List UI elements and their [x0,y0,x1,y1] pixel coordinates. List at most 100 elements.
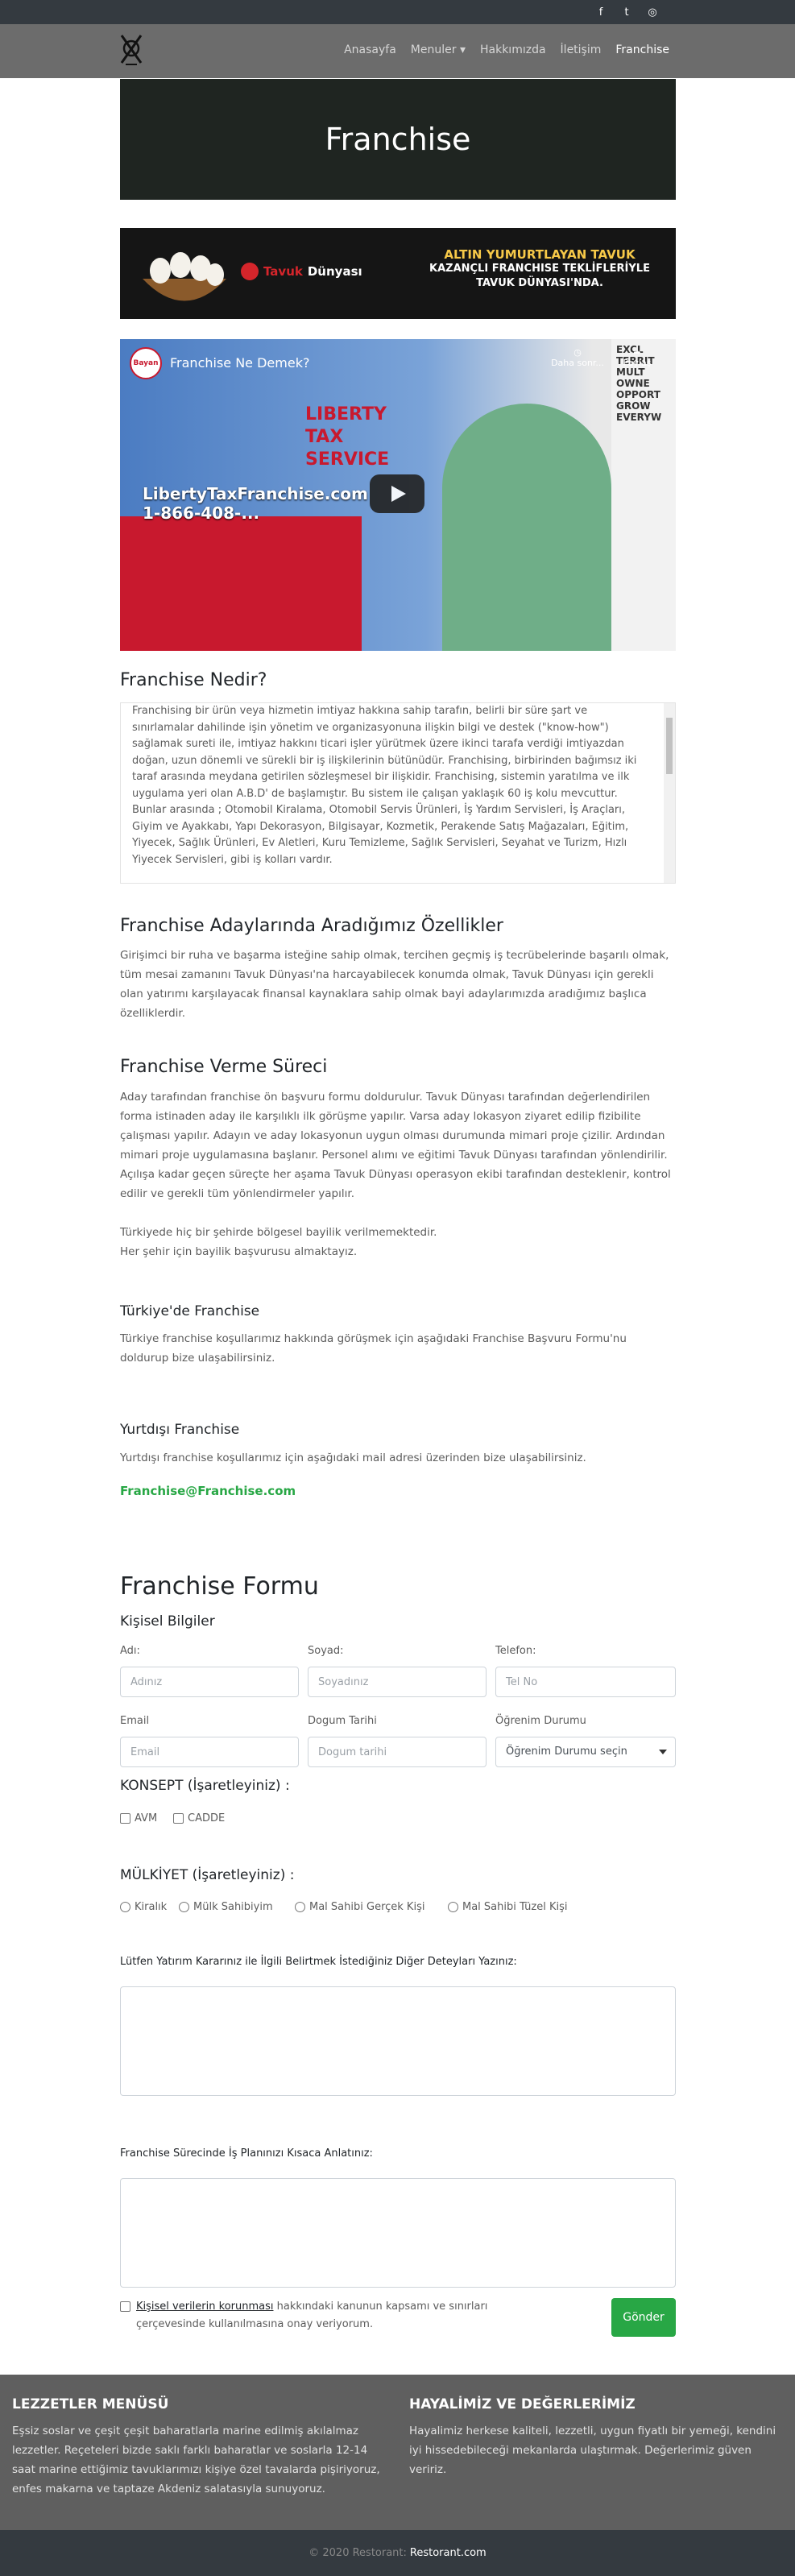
surec-note-1: Türkiyede hiç bir şehirde bölgesel bayil… [120,1226,437,1239]
konsept-avm[interactable]: AVM [120,1812,157,1824]
kvkk-checkbox[interactable] [120,2301,130,2312]
slogan-line-1: ALTIN YUMURTLAYAN TAVUK [444,247,636,262]
franchise-mail-link[interactable]: Franchise@Franchise.com [120,1484,296,1498]
konsept-cadde-label: CADDE [188,1812,226,1824]
nav-item-hakkimizda[interactable]: Hakkımızda [480,43,546,56]
submit-button[interactable]: Gönder [611,2298,676,2337]
ogrenim-select-value: Öğrenim Durumu seçin [506,1746,627,1758]
telefon-input[interactable] [495,1667,676,1697]
dogum-label: Dogum Tarihi [308,1715,377,1727]
footer-right-text: Hayalimiz herkese kaliteli, lezzetli, uy… [409,2425,776,2476]
scrollbar[interactable] [664,703,675,883]
footer: LEZZETLER MENÜSÜ Eşsiz soslar ve çeşit ç… [0,2375,795,2530]
ad-label: Adı: [120,1645,140,1657]
email-label: Email [120,1715,150,1727]
twitter-icon[interactable]: t [621,6,632,19]
kvkk-consent: Kişisel verilerin korunması hakkındaki k… [120,2298,539,2334]
form-title: Franchise Formu [120,1572,319,1601]
channel-avatar[interactable]: Bayan [130,347,162,379]
section-title-surec: Franchise Verme Süreci [120,1057,328,1077]
dogum-input[interactable] [308,1737,487,1767]
share-label: Paylaş [623,358,652,368]
share-icon: ➦ [633,347,641,358]
radio[interactable] [448,1902,458,1912]
section-title-yurtdisi: Yurtdışı Franchise [120,1422,240,1438]
nedir-scrollbox[interactable]: Franchising bir ürün veya hizmetin imtiy… [120,702,676,884]
nav-item-franchise[interactable]: Franchise [615,43,669,56]
copyright-bar: © 2020 Restorant: Restorant.com [0,2530,795,2576]
section-title-adaylar: Franchise Adaylarında Aradığımız Özellik… [120,916,503,936]
footer-right-title: HAYALİMİZ VE DEĞERLERİMİZ [409,2396,636,2412]
adaylar-text: Girişimci bir ruha ve başarma isteğine s… [120,949,669,1020]
soyad-label: Soyad: [308,1645,344,1657]
nav-item-menuler[interactable]: Menuler ▾ [411,43,466,56]
overlay-line-2: TAX [305,427,344,447]
checkbox[interactable] [173,1813,184,1824]
clock-icon: ◷ [573,347,582,358]
konsept-cadde[interactable]: CADDE [173,1812,225,1824]
page-title: Franchise [325,122,471,157]
nedir-text: Franchising bir ürün veya hizmetin imtiy… [132,705,637,866]
mulkiyet-gercek-kisi[interactable]: Mal Sahibi Gerçek Kişi [295,1901,424,1913]
copyright-text: © 2020 Restorant: [308,2547,407,2559]
telefon-label: Telefon: [495,1645,536,1657]
radio[interactable] [295,1902,305,1912]
watch-later-button[interactable]: ◷ Daha sonr... [549,347,606,368]
radio[interactable] [120,1902,130,1912]
kvkk-link[interactable]: Kişisel verilerin korunması [136,2301,273,2313]
hero: Franchise [120,79,676,200]
scrollbar-thumb[interactable] [666,718,673,774]
checkbox[interactable] [120,1813,130,1824]
detay-textarea[interactable] [120,1986,676,2096]
slogan-line-2: KAZANÇLI FRANCHISE TEKLİFLERİYLE [429,263,650,275]
share-button[interactable]: ➦ Paylaş [613,347,661,368]
brand-word-1: Tavuk [263,264,303,279]
video-embed[interactable]: LIBERTY TAX SERVICE LibertyTaxFranchise.… [120,339,676,651]
radio[interactable] [179,1902,189,1912]
nav-item-anasayfa[interactable]: Anasayfa [344,43,396,56]
copyright-brand-link[interactable]: Restorant.com [410,2547,487,2559]
mulkiyet-gercek-kisi-label: Mal Sahibi Gerçek Kişi [309,1901,425,1913]
section-title-turkiye: Türkiye'de Franchise [120,1303,260,1319]
mulkiyet-tuzel-kisi[interactable]: Mal Sahibi Tüzel Kişi [448,1901,567,1913]
video-title[interactable]: Franchise Ne Demek? [170,355,309,371]
egg-basket-icon [143,252,226,301]
plan-label: Franchise Sürecinde İş Planınızı Kısaca … [120,2147,373,2160]
video-overlay-url: LibertyTaxFranchise.com 1-866-408-... [143,484,368,523]
facebook-icon[interactable]: f [595,6,607,19]
logo-icon[interactable] [118,32,145,69]
mulkiyet-kiralik[interactable]: Kiralık [120,1901,167,1913]
footer-left-title: LEZZETLER MENÜSÜ [12,2396,169,2412]
personal-info-title: Kişisel Bilgiler [120,1613,215,1630]
email-input[interactable] [120,1737,299,1767]
promo-banner: Tavuk Dünyası ALTIN YUMURTLAYAN TAVUK KA… [120,228,676,319]
detay-label: Lütfen Yatırım Kararınız ile İlgili Beli… [120,1956,517,1968]
section-title-nedir: Franchise Nedir? [120,670,267,690]
soyad-input[interactable] [308,1667,487,1697]
main-menu: Anasayfa Menuler ▾ Hakkımızda İletişim F… [344,43,669,56]
video-side-sign: EXCL TERRIT MULT OWNE OPPORT GROW EVERYW [611,339,676,651]
yurtdisi-text: Yurtdışı franchise koşullarımız için aşa… [120,1452,586,1464]
turkiye-text: Türkiye franchise koşullarımız hakkında … [120,1332,627,1365]
mulkiyet-tuzel-kisi-label: Mal Sahibi Tüzel Kişi [462,1901,568,1913]
mulkiyet-mulk-sahibi-label: Mülk Sahibiyim [193,1901,273,1913]
chicken-icon [241,263,259,280]
banner-slogan: ALTIN YUMURTLAYAN TAVUK KAZANÇLI FRANCHI… [423,247,656,291]
mulkiyet-title: MÜLKİYET (İşaretleyiniz) : [120,1867,295,1883]
footer-left-text: Eşsiz soslar ve çeşit çeşit baharatlarla… [12,2425,380,2495]
ogrenim-label: Öğrenim Durumu [495,1715,586,1727]
mulkiyet-mulk-sahibi[interactable]: Mülk Sahibiyim [179,1901,273,1913]
video-overlay-text: LIBERTY TAX SERVICE [305,404,389,471]
play-button[interactable] [370,474,424,513]
overlay-phone: 1-866-408-... [143,503,260,523]
instagram-icon[interactable]: ◎ [647,6,658,19]
plan-textarea[interactable] [120,2178,676,2288]
slogan-line-3: TAVUK DÜNYASI'NDA. [476,277,603,289]
ogrenim-select[interactable]: Öğrenim Durumu seçin [495,1737,676,1767]
ad-input[interactable] [120,1667,299,1697]
nav-item-iletisim[interactable]: İletişim [561,43,602,56]
mulkiyet-kiralik-label: Kiralık [135,1901,168,1913]
konsept-avm-label: AVM [135,1812,158,1824]
social-bar: f t ◎ [0,0,795,24]
statue-costume-figure [442,404,611,651]
